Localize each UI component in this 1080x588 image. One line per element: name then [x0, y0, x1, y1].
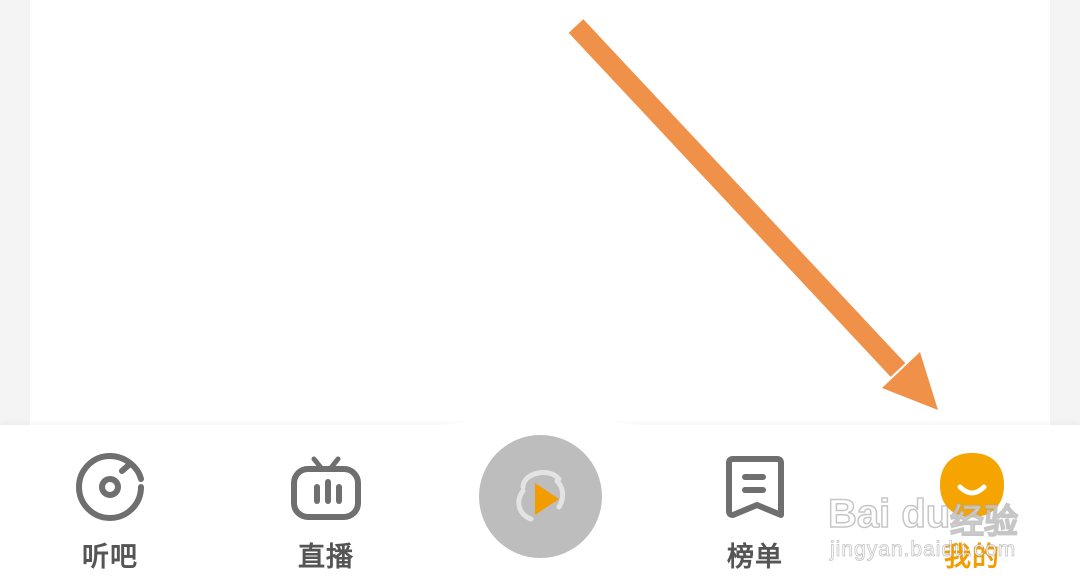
tab-label-live: 直播: [298, 542, 354, 573]
tab-live[interactable]: 直播: [276, 425, 376, 588]
ranking-bookmark-icon: [726, 456, 784, 518]
tv-icon: [291, 456, 361, 520]
music-disc-icon: [76, 453, 144, 521]
app-screen: 听吧 直播 榜单 我的 Bai du 经验 jingyan.baidu.com: [0, 0, 1080, 588]
tab-chart[interactable]: 榜单: [705, 425, 805, 588]
tab-label-listen: 听吧: [82, 542, 138, 573]
tab-label-mine: 我的: [944, 542, 1000, 573]
center-play-button[interactable]: [479, 435, 602, 558]
smiley-avatar-icon: [940, 453, 1004, 517]
tab-mine[interactable]: 我的: [922, 425, 1022, 588]
tab-label-chart: 榜单: [727, 542, 783, 573]
tab-listen[interactable]: 听吧: [60, 425, 160, 588]
content-area: [30, 0, 1050, 440]
play-logo-icon: [515, 469, 565, 521]
